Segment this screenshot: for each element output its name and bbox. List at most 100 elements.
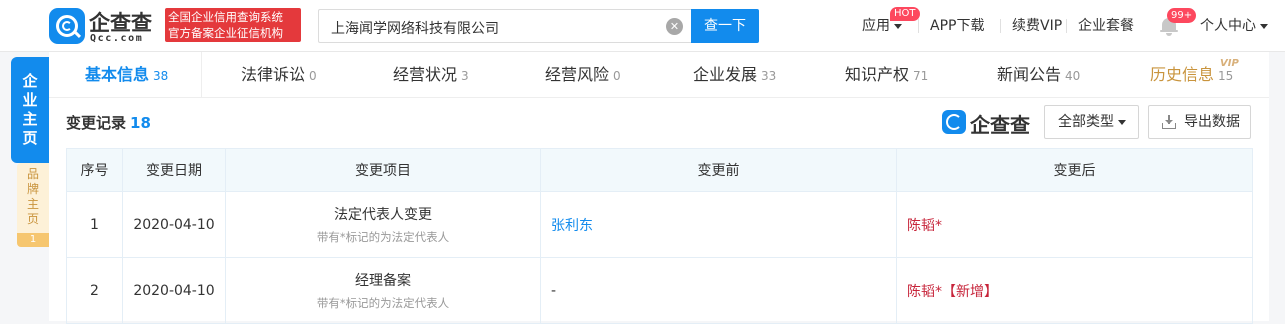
change-note: 带有*标记的为法定代表人 <box>316 230 450 244</box>
side-tab-char: 页 <box>22 129 38 147</box>
before-value: - <box>551 282 557 299</box>
logo-domain: Qcc.com <box>90 33 144 44</box>
tab-basic-info[interactable]: 基本信息 38 <box>85 52 168 98</box>
tab-ip[interactable]: 知识产权 71 <box>845 52 928 98</box>
section-title: 变更记录 18 <box>66 112 151 133</box>
side-tab-company-home[interactable]: 企 业 主 页 <box>11 57 49 163</box>
side-tab-char: 主 <box>22 110 38 128</box>
tab-count: 0 <box>309 69 317 83</box>
tab-count: 0 <box>613 69 621 83</box>
column-header: 变更项目 <box>225 148 541 192</box>
main-panel: 基本信息 38 法律诉讼 0 经营状况 3 经营风险 0 企业发展 33 知识产权 71 新… <box>49 52 1269 324</box>
after-value: 陈韬* <box>907 217 942 234</box>
tab-label: 历史信息 <box>1150 65 1215 84</box>
cell-index: 1 <box>66 191 123 258</box>
section-title-label: 变更记录 <box>66 114 127 132</box>
cell-date: 2020-04-10 <box>122 191 226 258</box>
qcc-logo-icon <box>49 8 85 44</box>
side-tab-char: 品 <box>26 167 39 181</box>
tab-development[interactable]: 企业发展 33 <box>693 52 776 98</box>
tab-label: 企业发展 <box>693 65 758 84</box>
chevron-down-icon <box>894 23 902 29</box>
cell-item: 经理备案 带有*标记的为法定代表人 <box>225 257 541 324</box>
tab-count: 3 <box>461 69 469 83</box>
side-tab-char: 主 <box>26 197 39 211</box>
tab-label: 基本信息 <box>85 65 150 84</box>
chevron-down-icon <box>1118 119 1126 125</box>
change-item: 法定代表人变更 <box>334 207 432 223</box>
tab-label: 法律诉讼 <box>241 65 306 84</box>
cell-item: 法定代表人变更 带有*标记的为法定代表人 <box>225 191 541 258</box>
tab-legal[interactable]: 法律诉讼 0 <box>241 52 317 98</box>
tab-news[interactable]: 新闻公告 40 <box>997 52 1080 98</box>
nav-apps-label: 应用 <box>862 18 890 34</box>
nav-vip[interactable]: 续费VIP <box>1012 0 1062 52</box>
export-button[interactable]: 导出数据 <box>1148 105 1251 139</box>
change-item: 经理备案 <box>355 273 411 289</box>
nav-app-download[interactable]: APP下载 <box>930 0 984 52</box>
qcc-logo[interactable]: 企查查 Qcc.com <box>49 7 161 45</box>
nav-enterprise[interactable]: 企业套餐 <box>1078 0 1134 52</box>
nav-divider <box>918 19 919 33</box>
after-value: 陈韬*【新增】 <box>907 283 998 300</box>
tab-count: 38 <box>153 69 169 83</box>
side-tab-char: 牌 <box>26 182 39 196</box>
cell-after: 陈韬* <box>896 191 1253 258</box>
column-header: 序号 <box>66 148 123 192</box>
notification-badge: 99+ <box>1167 8 1197 23</box>
type-filter-label: 全部类型 <box>1058 114 1114 130</box>
chevron-down-icon <box>1260 23 1268 29</box>
table-header-row: 序号 变更日期 变更项目 变更前 变更后 <box>66 148 1253 192</box>
qcc-logo-icon <box>942 110 966 134</box>
tab-label: 经营风险 <box>545 65 610 84</box>
search-button[interactable]: 查一下 <box>691 9 759 43</box>
change-note: 带有*标记的为法定代表人 <box>316 296 450 310</box>
person-link[interactable]: 张利东 <box>551 218 593 234</box>
brand-count: 1 <box>17 233 49 247</box>
tab-count: 33 <box>761 69 777 83</box>
qcc-watermark: 企查查 <box>942 109 1038 137</box>
tab-divider <box>201 52 202 98</box>
side-tab-char: 企 <box>22 72 38 90</box>
cell-before: 张利东 <box>540 191 897 258</box>
hot-badge: HOT <box>890 7 920 21</box>
nav-divider <box>1000 19 1001 33</box>
tab-count: 40 <box>1065 69 1081 83</box>
export-label: 导出数据 <box>1184 114 1240 130</box>
slogan-line-2: 官方备案企业征信机构 <box>168 26 283 40</box>
cell-date: 2020-04-10 <box>122 257 226 324</box>
slogan-badge: 全国企业信用查询系统 官方备案企业征信机构 <box>165 8 301 42</box>
section-count: 18 <box>130 114 151 132</box>
clear-icon[interactable]: ✕ <box>666 18 683 35</box>
tab-operations[interactable]: 经营状况 3 <box>393 52 469 98</box>
cell-index: 2 <box>66 257 123 324</box>
tab-label: 经营状况 <box>393 65 458 84</box>
cell-before: - <box>540 257 897 324</box>
side-tab-brand-home[interactable]: 品 牌 主 页 1 <box>17 163 49 247</box>
search-input[interactable]: 上海闻学网络科技有限公司 ✕ <box>318 9 691 43</box>
tab-bar: 基本信息 38 法律诉讼 0 经营状况 3 经营风险 0 企业发展 33 知识产权 71 新… <box>49 52 1269 98</box>
cell-after: 陈韬*【新增】 <box>896 257 1253 324</box>
search-value[interactable]: 上海闻学网络科技有限公司 <box>331 18 499 38</box>
column-header: 变更前 <box>540 148 897 192</box>
nav-user-center[interactable]: 个人中心 <box>1200 0 1268 52</box>
tab-label: 知识产权 <box>845 65 910 84</box>
tab-count: 71 <box>913 69 929 83</box>
type-filter-dropdown[interactable]: 全部类型 <box>1044 105 1139 139</box>
tab-count: 15 <box>1218 69 1234 83</box>
download-icon <box>1162 115 1176 129</box>
side-tab-char: 页 <box>26 212 39 226</box>
vip-badge: VIP <box>1220 58 1239 69</box>
user-center-label: 个人中心 <box>1200 18 1256 34</box>
nav-divider <box>1066 19 1067 33</box>
column-header: 变更日期 <box>122 148 226 192</box>
change-record-table: 序号 变更日期 变更项目 变更前 变更后 1 2020-04-10 法定代表人变… <box>66 148 1253 324</box>
slogan-line-1: 全国企业信用查询系统 <box>168 10 283 24</box>
tab-risk[interactable]: 经营风险 0 <box>545 52 621 98</box>
tab-label: 新闻公告 <box>997 65 1062 84</box>
table-row: 1 2020-04-10 法定代表人变更 带有*标记的为法定代表人 张利东 陈韬… <box>66 191 1253 258</box>
top-header: 企查查 Qcc.com 全国企业信用查询系统 官方备案企业征信机构 上海闻学网络… <box>0 0 1285 52</box>
table-row: 2 2020-04-10 经理备案 带有*标记的为法定代表人 - 陈韬*【新增】 <box>66 257 1253 324</box>
column-header: 变更后 <box>896 148 1253 192</box>
side-tab-char: 业 <box>22 91 38 109</box>
